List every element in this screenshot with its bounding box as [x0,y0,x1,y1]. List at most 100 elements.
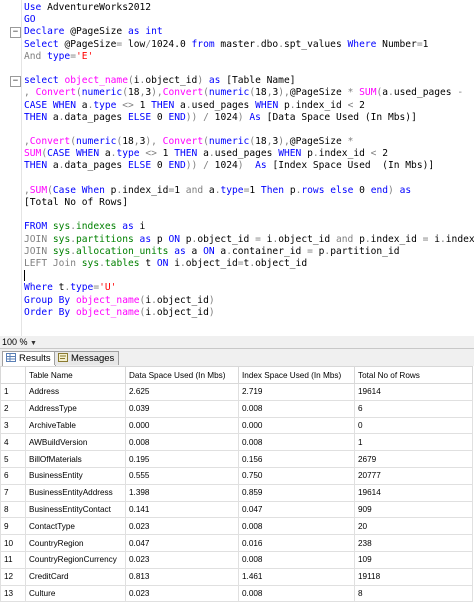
table-cell[interactable]: 0 [354,416,473,435]
code-line[interactable]: JOIN sys.allocation_units as a ON a.cont… [24,246,474,258]
table-cell[interactable]: 0.008 [238,517,355,536]
table-cell[interactable]: BusinessEntity [25,466,126,485]
table-row[interactable]: 7 BusinessEntityAddress 1.398 0.859 19614 [0,483,473,502]
table-cell[interactable]: 19118 [354,567,473,586]
table-cell[interactable]: CreditCard [25,567,126,586]
row-number[interactable]: 12 [0,567,26,586]
table-cell[interactable]: CountryRegion [25,534,126,552]
table-cell[interactable]: 0.141 [125,500,239,519]
code-line[interactable]: Select @PageSize= low/1024.0 from master… [24,39,474,51]
table-row[interactable]: 10 CountryRegion 0.047 0.016 238 [0,534,473,552]
table-cell[interactable]: 0.023 [125,550,239,569]
table-cell[interactable]: 0.008 [125,433,239,452]
table-cell[interactable]: 109 [354,550,473,569]
code-line[interactable] [24,124,474,136]
table-row[interactable]: 1 Address 2.625 2.719 19614 [0,383,473,401]
table-cell[interactable]: 0.000 [125,416,239,435]
table-cell[interactable]: AddressType [25,399,126,418]
code-line[interactable]: Order By object_name(i.object_id) [24,307,474,319]
zoom-control[interactable]: 100 % ▼ [2,336,37,350]
table-row[interactable]: 2 AddressType 0.039 0.008 6 [0,399,473,418]
table-cell[interactable]: 8 [354,584,473,602]
table-row[interactable]: 3 ArchiveTable 0.000 0.000 0 [0,416,473,435]
table-cell[interactable]: 0.047 [125,534,239,552]
row-number[interactable]: 13 [0,584,26,602]
table-row[interactable]: 4 AWBuildVersion 0.008 0.008 1 [0,433,473,452]
code-line[interactable]: SUM(CASE WHEN a.type <> 1 THEN a.used_pa… [24,148,474,160]
code-line[interactable]: JOIN sys.partitions as p ON p.object_id … [24,234,474,246]
row-number-header[interactable] [0,366,26,384]
code-line[interactable] [24,63,474,75]
code-line[interactable]: Use AdventureWorks2012 [24,2,474,14]
code-line[interactable]: , Convert(numeric(18,3),Convert(numeric(… [24,87,474,99]
code-line[interactable]: FROM sys.indexes as i [24,221,474,233]
code-line[interactable] [24,173,474,185]
table-cell[interactable]: CountryRegionCurrency [25,550,126,569]
column-header-data-space[interactable]: Data Space Used (In Mbs) [125,366,239,384]
table-cell[interactable]: Address [25,383,126,401]
row-number[interactable]: 8 [0,500,26,519]
row-number[interactable]: 3 [0,416,26,435]
results-grid[interactable]: Table Name Data Space Used (In Mbs) Inde… [0,366,474,602]
table-cell[interactable]: BusinessEntityContact [25,500,126,519]
table-cell[interactable]: 0.008 [238,399,355,418]
table-cell[interactable]: AWBuildVersion [25,433,126,452]
table-cell[interactable]: 20 [354,517,473,536]
collapse-toggle-icon[interactable]: − [10,27,21,39]
table-row[interactable]: 9 ContactType 0.023 0.008 20 [0,517,473,536]
code-line[interactable]: select object_name(i.object_id) as [Tabl… [24,75,474,87]
table-cell[interactable]: 6 [354,399,473,418]
table-cell[interactable]: ContactType [25,517,126,536]
row-number[interactable]: 1 [0,383,26,401]
table-cell[interactable]: BillOfMaterials [25,450,126,468]
row-number[interactable]: 5 [0,450,26,468]
table-cell[interactable]: 0.000 [238,416,355,435]
tab-results[interactable]: Results [2,351,56,366]
table-cell[interactable]: 1.461 [238,567,355,586]
column-header-total-rows[interactable]: Total No of Rows [354,366,473,384]
code-line[interactable]: CASE WHEN a.type <> 1 THEN a.used_pages … [24,100,474,112]
row-number[interactable]: 10 [0,534,26,552]
table-cell[interactable]: 2.625 [125,383,239,401]
column-header-index-space[interactable]: Index Space Used (In Mbs) [238,366,355,384]
table-cell[interactable]: 2.719 [238,383,355,401]
table-cell[interactable]: 1.398 [125,483,239,502]
code-line[interactable]: ,Convert(numeric(18,3), Convert(numeric(… [24,136,474,148]
code-area[interactable]: Use AdventureWorks2012 GO Declare @PageSiz… [24,2,474,319]
table-row[interactable]: 8 BusinessEntityContact 0.141 0.047 909 [0,500,473,519]
code-line[interactable] [24,209,474,221]
row-number[interactable]: 7 [0,483,26,502]
table-cell[interactable]: 0.023 [125,517,239,536]
table-cell[interactable]: 0.008 [238,550,355,569]
table-cell[interactable]: 0.750 [238,466,355,485]
table-cell[interactable]: 909 [354,500,473,519]
table-cell[interactable]: 0.047 [238,500,355,519]
table-cell[interactable]: 19614 [354,483,473,502]
row-number[interactable]: 11 [0,550,26,569]
code-line[interactable]: [Total No of Rows] [24,197,474,209]
code-line[interactable] [24,270,474,282]
table-cell[interactable]: 0.023 [125,584,239,602]
table-cell[interactable]: 1 [354,433,473,452]
table-cell[interactable]: 0.813 [125,567,239,586]
table-row[interactable]: 12 CreditCard 0.813 1.461 19118 [0,567,473,586]
table-cell[interactable]: 0.555 [125,466,239,485]
code-line[interactable]: Declare @PageSize as int [24,26,474,38]
table-cell[interactable]: 0.016 [238,534,355,552]
table-cell[interactable]: 0.195 [125,450,239,468]
code-line[interactable]: And type='E' [24,51,474,63]
table-cell[interactable]: 20777 [354,466,473,485]
table-cell[interactable]: 0.039 [125,399,239,418]
tab-messages[interactable]: Messages [54,351,120,365]
collapse-toggle-icon[interactable]: − [10,76,21,88]
dropdown-arrow-icon[interactable]: ▼ [30,340,37,347]
table-cell[interactable]: BusinessEntityAddress [25,483,126,502]
code-line[interactable]: GO [24,14,474,26]
row-number[interactable]: 9 [0,517,26,536]
table-cell[interactable]: 238 [354,534,473,552]
table-row[interactable]: 11 CountryRegionCurrency 0.023 0.008 109 [0,550,473,569]
code-line[interactable]: THEN a.data_pages ELSE 0 END)) / 1024) A… [24,160,474,172]
table-cell[interactable]: 0.859 [238,483,355,502]
code-line[interactable]: Where t.type='U' [24,282,474,294]
table-cell[interactable]: Culture [25,584,126,602]
